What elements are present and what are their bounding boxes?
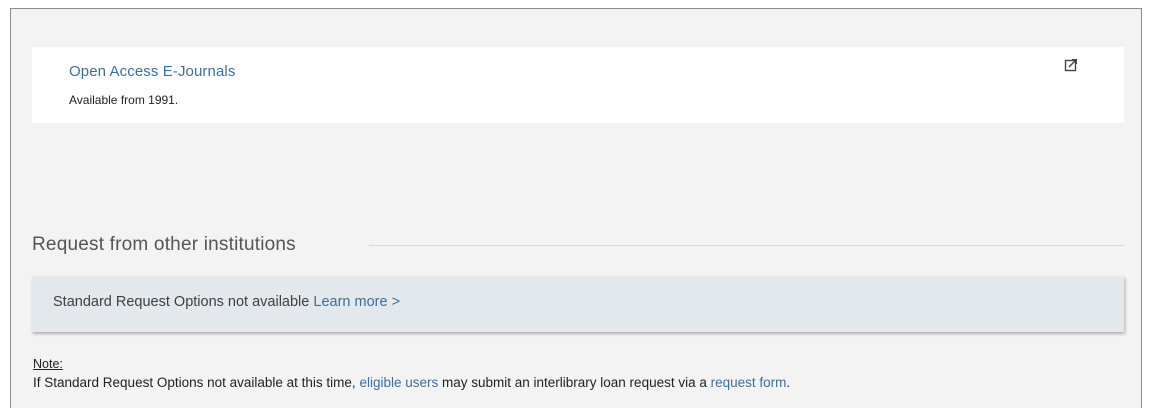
request-status-text: Standard Request Options not available [53,294,310,310]
service-card: Open Access E-Journals Available from 19… [32,47,1124,123]
learn-more-link[interactable]: Learn more > [313,294,400,310]
services-panel: Open Access E-Journals Available from 19… [10,8,1142,408]
request-status: Standard Request Options not available L… [53,294,400,310]
request-form-link[interactable]: request form [711,375,787,390]
request-options-box: Standard Request Options not available L… [32,276,1124,332]
external-link-icon[interactable] [1063,57,1079,73]
note-text-after: . [786,375,791,390]
note-text-middle: may submit an interlibrary loan request … [438,375,711,390]
note-label: Note: [33,357,63,371]
chevron-right-icon: > [391,294,401,310]
section-title: Request from other institutions [32,234,296,255]
eligible-users-link[interactable]: eligible users [359,375,438,390]
service-coverage: Available from 1991. [69,93,179,107]
learn-more-label: Learn more [313,294,388,310]
section-divider [369,245,1124,246]
note-text: If Standard Request Options not availabl… [33,375,790,390]
service-title-link[interactable]: Open Access E-Journals [69,63,235,80]
note-text-before: If Standard Request Options not availabl… [33,375,360,390]
